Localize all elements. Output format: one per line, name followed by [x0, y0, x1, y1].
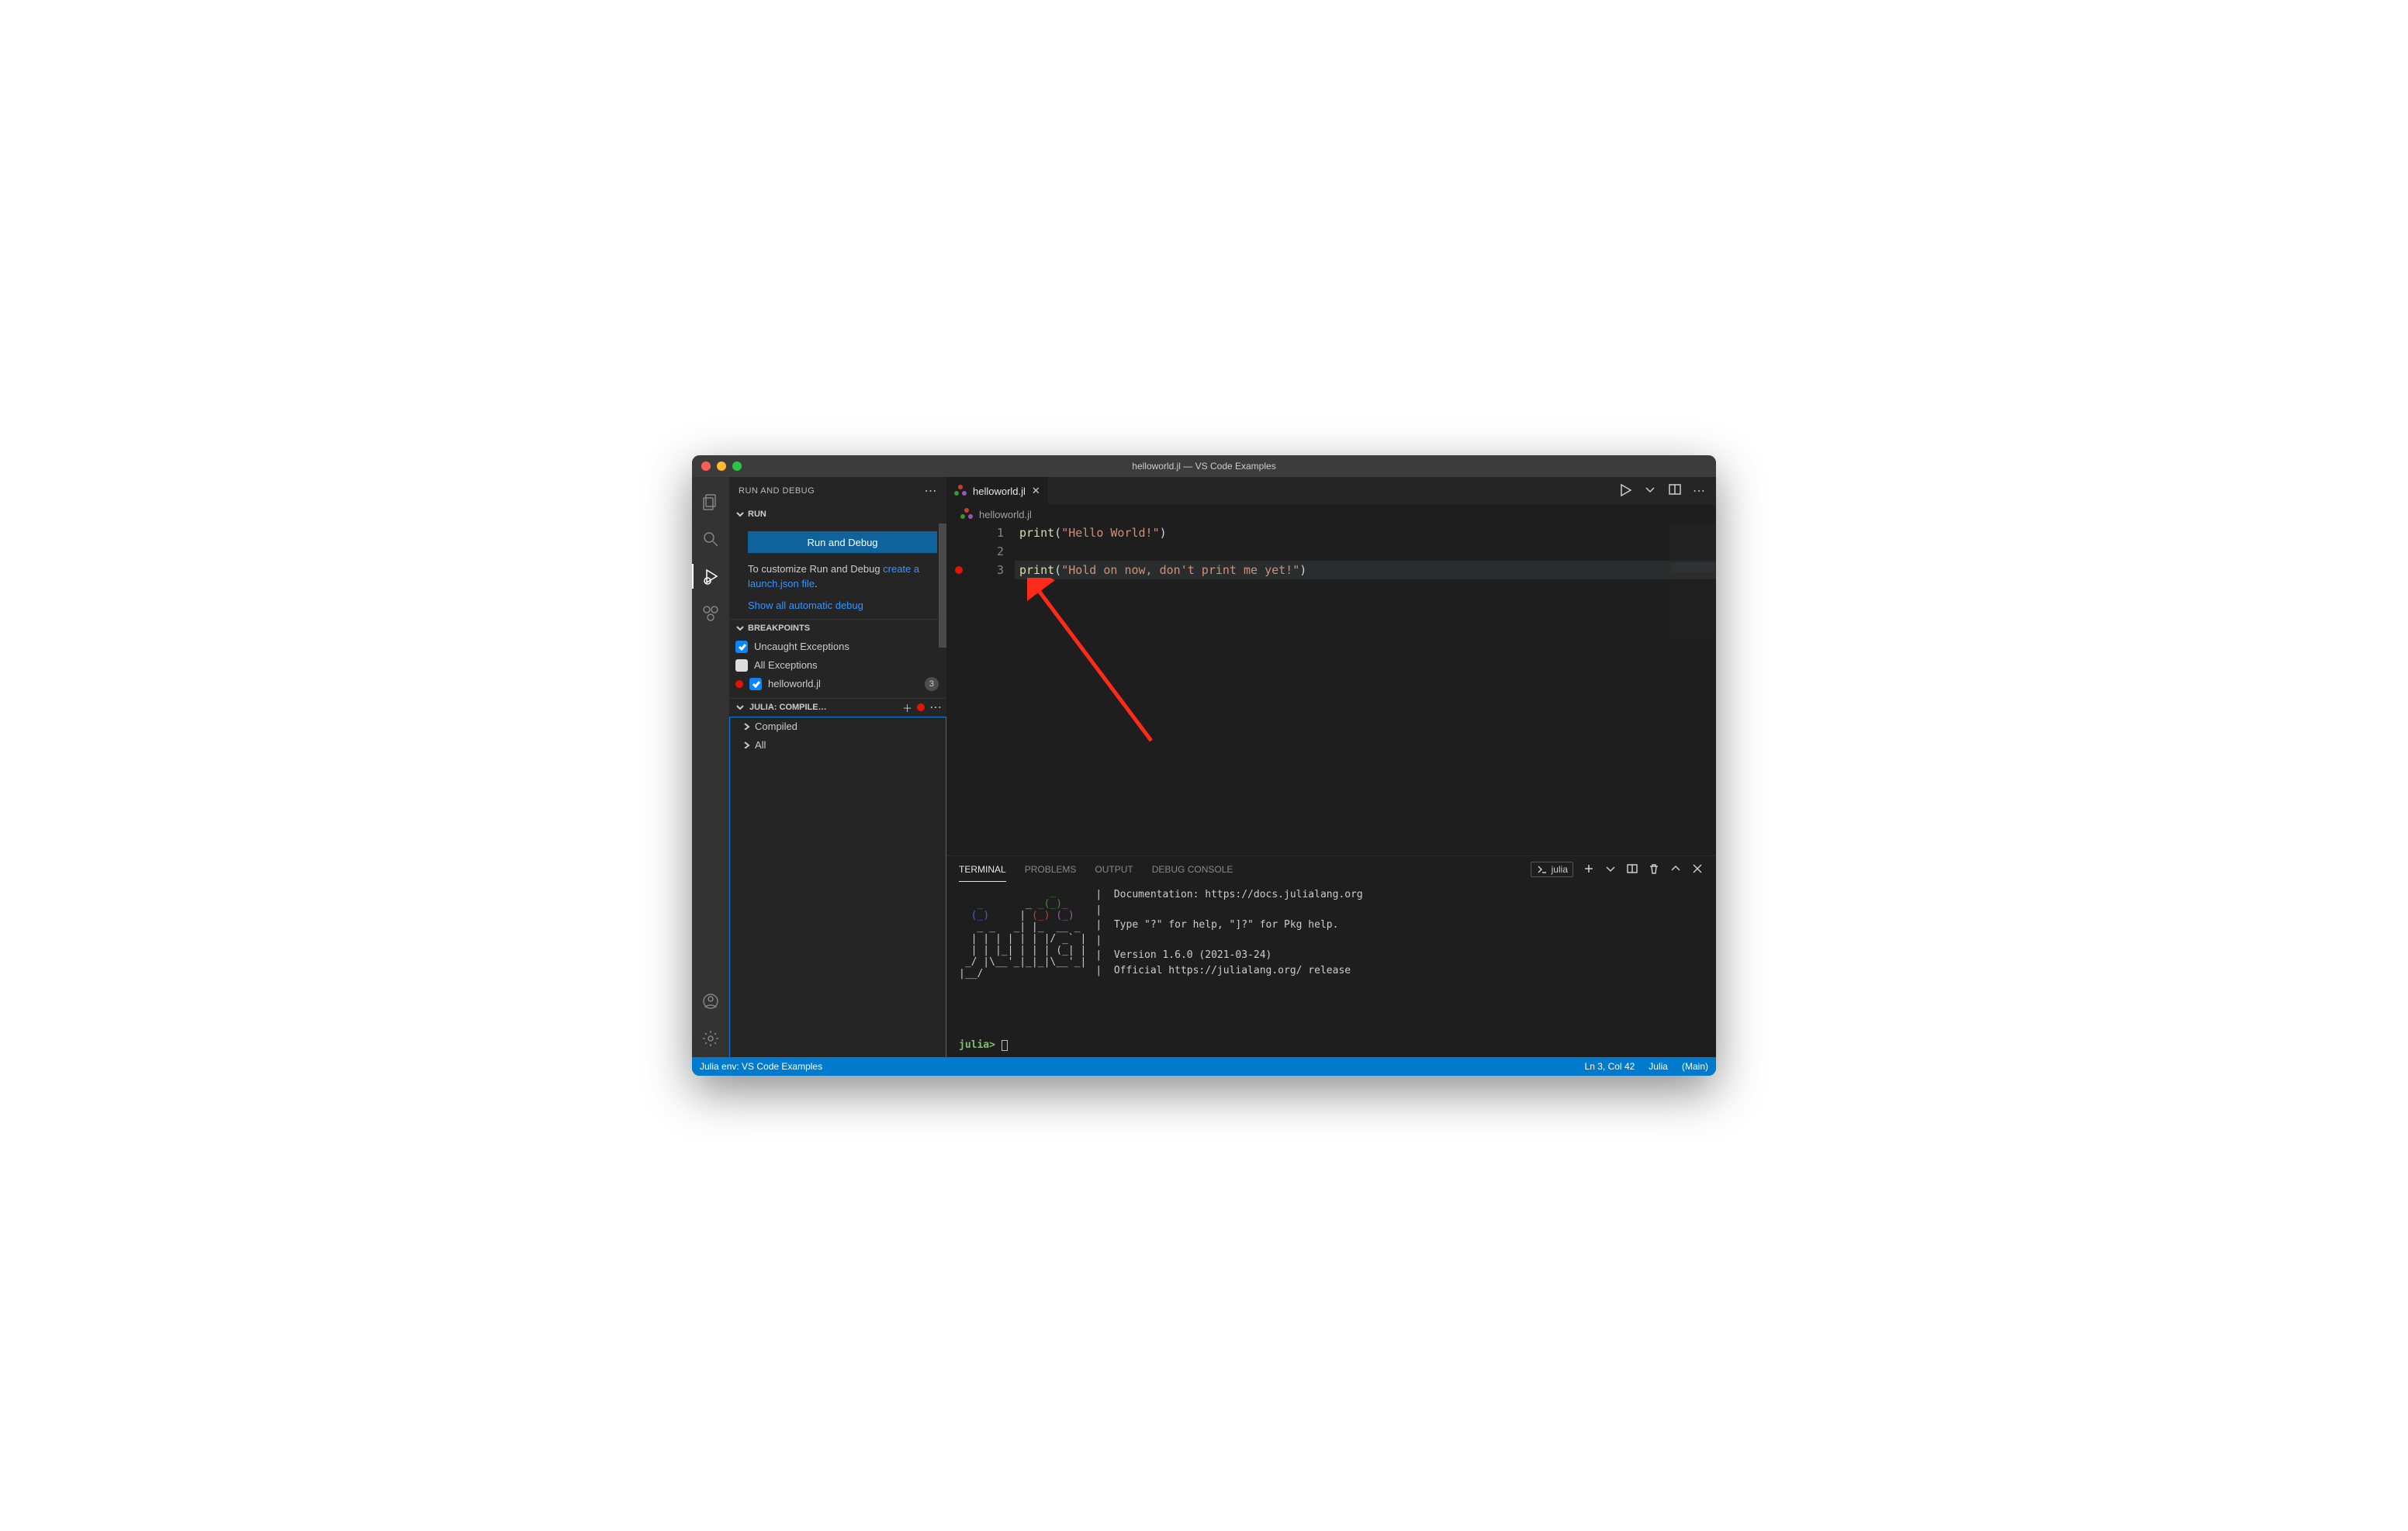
- editor-area: helloworld.jl ✕ ⋯ helloworld.jl: [946, 477, 1716, 1057]
- run-and-debug-button[interactable]: Run and Debug: [748, 531, 937, 553]
- cursor-icon: [1002, 1040, 1008, 1051]
- tree-item-all[interactable]: All: [730, 736, 946, 755]
- activity-run-debug[interactable]: [692, 558, 729, 595]
- line-number: 1: [971, 524, 1004, 542]
- panel: TERMINAL PROBLEMS OUTPUT DEBUG CONSOLE j…: [946, 855, 1716, 1057]
- status-language[interactable]: Julia: [1649, 1061, 1668, 1072]
- bp-label: helloworld.jl: [768, 678, 821, 689]
- julia-ascii-logo: _ _ _ _(_)_ (_) | (_) (_) _ _ _| |_ __ _…: [959, 887, 1086, 1028]
- section-breakpoints-label: BREAKPOINTS: [748, 624, 810, 633]
- tree-item-compiled[interactable]: Compiled: [730, 717, 946, 736]
- sidebar-more-button[interactable]: ⋯: [925, 483, 938, 499]
- kill-terminal-button[interactable]: [1648, 862, 1660, 877]
- new-terminal-button[interactable]: [1583, 862, 1595, 877]
- run-options-dropdown[interactable]: [1643, 482, 1657, 500]
- activity-settings[interactable]: [692, 1020, 729, 1057]
- sidebar-title: RUN AND DEBUG: [739, 486, 815, 496]
- line-number-gutter: 1 2 3: [971, 524, 1015, 855]
- checkbox-unchecked-icon[interactable]: [735, 659, 748, 672]
- section-julia-compiled-header[interactable]: JULIA: COMPILE… ＋ ⋯: [729, 698, 946, 717]
- close-panel-button[interactable]: [1691, 862, 1704, 877]
- breakpoint-dot-icon: [735, 680, 743, 688]
- search-icon: [701, 530, 720, 548]
- status-bar: Julia env: VS Code Examples Ln 3, Col 42…: [692, 1057, 1716, 1076]
- activity-search[interactable]: [692, 520, 729, 558]
- code-editor[interactable]: 1 2 3 print("Hello World!") print("Hold …: [946, 524, 1716, 855]
- show-automatic-debug-link[interactable]: Show all automatic debug: [748, 600, 937, 611]
- chevron-down-icon: [734, 509, 745, 520]
- activity-bar: [692, 477, 729, 1057]
- activity-extensions[interactable]: [692, 595, 729, 632]
- terminal-dropdown-button[interactable]: [1604, 862, 1617, 877]
- window-title: helloworld.jl — VS Code Examples: [692, 461, 1716, 472]
- run-file-button[interactable]: [1618, 482, 1632, 500]
- julia-file-icon: [960, 508, 973, 520]
- sidebar: RUN AND DEBUG ⋯ RUN Run and Debug To cus…: [729, 477, 946, 1057]
- breakpoint-gutter[interactable]: [946, 524, 971, 855]
- annotation-arrow-icon: [1027, 578, 1190, 759]
- bp-label: Uncaught Exceptions: [754, 641, 849, 652]
- red-dot-icon: [917, 703, 925, 711]
- chevron-down-icon: [734, 702, 745, 713]
- section-more-button[interactable]: ⋯: [929, 700, 942, 715]
- code-content[interactable]: print("Hello World!") print("Hold on now…: [1015, 524, 1716, 855]
- terminal-prompt[interactable]: julia>: [946, 1036, 1716, 1057]
- julia-file-icon: [954, 485, 967, 497]
- tab-filename: helloworld.jl: [973, 486, 1026, 497]
- bp-label: All Exceptions: [754, 659, 818, 671]
- panel-tab-problems[interactable]: PROBLEMS: [1025, 858, 1077, 881]
- julia-compiled-tree: Compiled All: [729, 717, 946, 1057]
- panel-tab-terminal[interactable]: TERMINAL: [959, 858, 1006, 882]
- julia-banner-text: | Documentation: https://docs.julialang.…: [1095, 887, 1362, 1028]
- breakpoint-dot-icon[interactable]: [955, 566, 963, 574]
- add-compiled-button[interactable]: ＋: [902, 700, 912, 715]
- chevron-right-icon: [742, 739, 750, 751]
- sidebar-scroll-thumb[interactable]: [939, 524, 946, 648]
- editor-tabs: helloworld.jl ✕ ⋯: [946, 477, 1716, 505]
- split-editor-button[interactable]: [1668, 482, 1682, 500]
- split-terminal-button[interactable]: [1626, 862, 1638, 877]
- section-breakpoints-header[interactable]: BREAKPOINTS: [729, 619, 946, 638]
- line-number: 3: [971, 561, 1004, 579]
- section-run-label: RUN: [748, 510, 766, 519]
- run-debug-icon: [701, 567, 720, 586]
- files-icon: [701, 492, 720, 511]
- panel-tab-debug-console[interactable]: DEBUG CONSOLE: [1152, 858, 1233, 881]
- maximize-panel-button[interactable]: [1669, 862, 1682, 877]
- status-julia-env[interactable]: Julia env: VS Code Examples: [700, 1061, 822, 1072]
- chevron-down-icon: [734, 623, 745, 634]
- close-tab-button[interactable]: ✕: [1032, 485, 1040, 497]
- breakpoint-item[interactable]: All Exceptions: [735, 656, 939, 675]
- breakpoint-item[interactable]: helloworld.jl 3: [735, 675, 939, 693]
- status-branch[interactable]: (Main): [1682, 1061, 1708, 1072]
- section-run-header[interactable]: RUN: [729, 505, 946, 524]
- activity-account[interactable]: [692, 983, 729, 1020]
- breadcrumb-filename: helloworld.jl: [979, 509, 1032, 520]
- line-number: 2: [971, 542, 1004, 561]
- extensions-icon: [701, 604, 720, 623]
- panel-tab-output[interactable]: OUTPUT: [1095, 858, 1133, 881]
- gear-icon: [701, 1029, 720, 1048]
- editor-more-button[interactable]: ⋯: [1693, 483, 1705, 499]
- terminal-name-button[interactable]: julia: [1531, 862, 1573, 877]
- run-help-text: To customize Run and Debug create a laun…: [748, 562, 937, 592]
- breakpoint-item[interactable]: Uncaught Exceptions: [735, 638, 939, 656]
- editor-tab[interactable]: helloworld.jl ✕: [946, 477, 1049, 505]
- breakpoint-line-badge: 3: [925, 677, 939, 691]
- checkbox-checked-icon[interactable]: [735, 641, 748, 653]
- vscode-window: helloworld.jl — VS Code Examples: [692, 455, 1716, 1076]
- titlebar: helloworld.jl — VS Code Examples: [692, 455, 1716, 477]
- checkbox-checked-icon[interactable]: [749, 678, 762, 690]
- breadcrumb[interactable]: helloworld.jl: [946, 505, 1716, 524]
- account-icon: [701, 992, 720, 1011]
- activity-explorer[interactable]: [692, 483, 729, 520]
- status-cursor-position[interactable]: Ln 3, Col 42: [1585, 1061, 1635, 1072]
- minimap[interactable]: [1669, 524, 1716, 694]
- chevron-right-icon: [742, 721, 750, 732]
- section-julia-compiled-label: JULIA: COMPILE…: [749, 703, 827, 712]
- prompt-icon: [1536, 863, 1548, 876]
